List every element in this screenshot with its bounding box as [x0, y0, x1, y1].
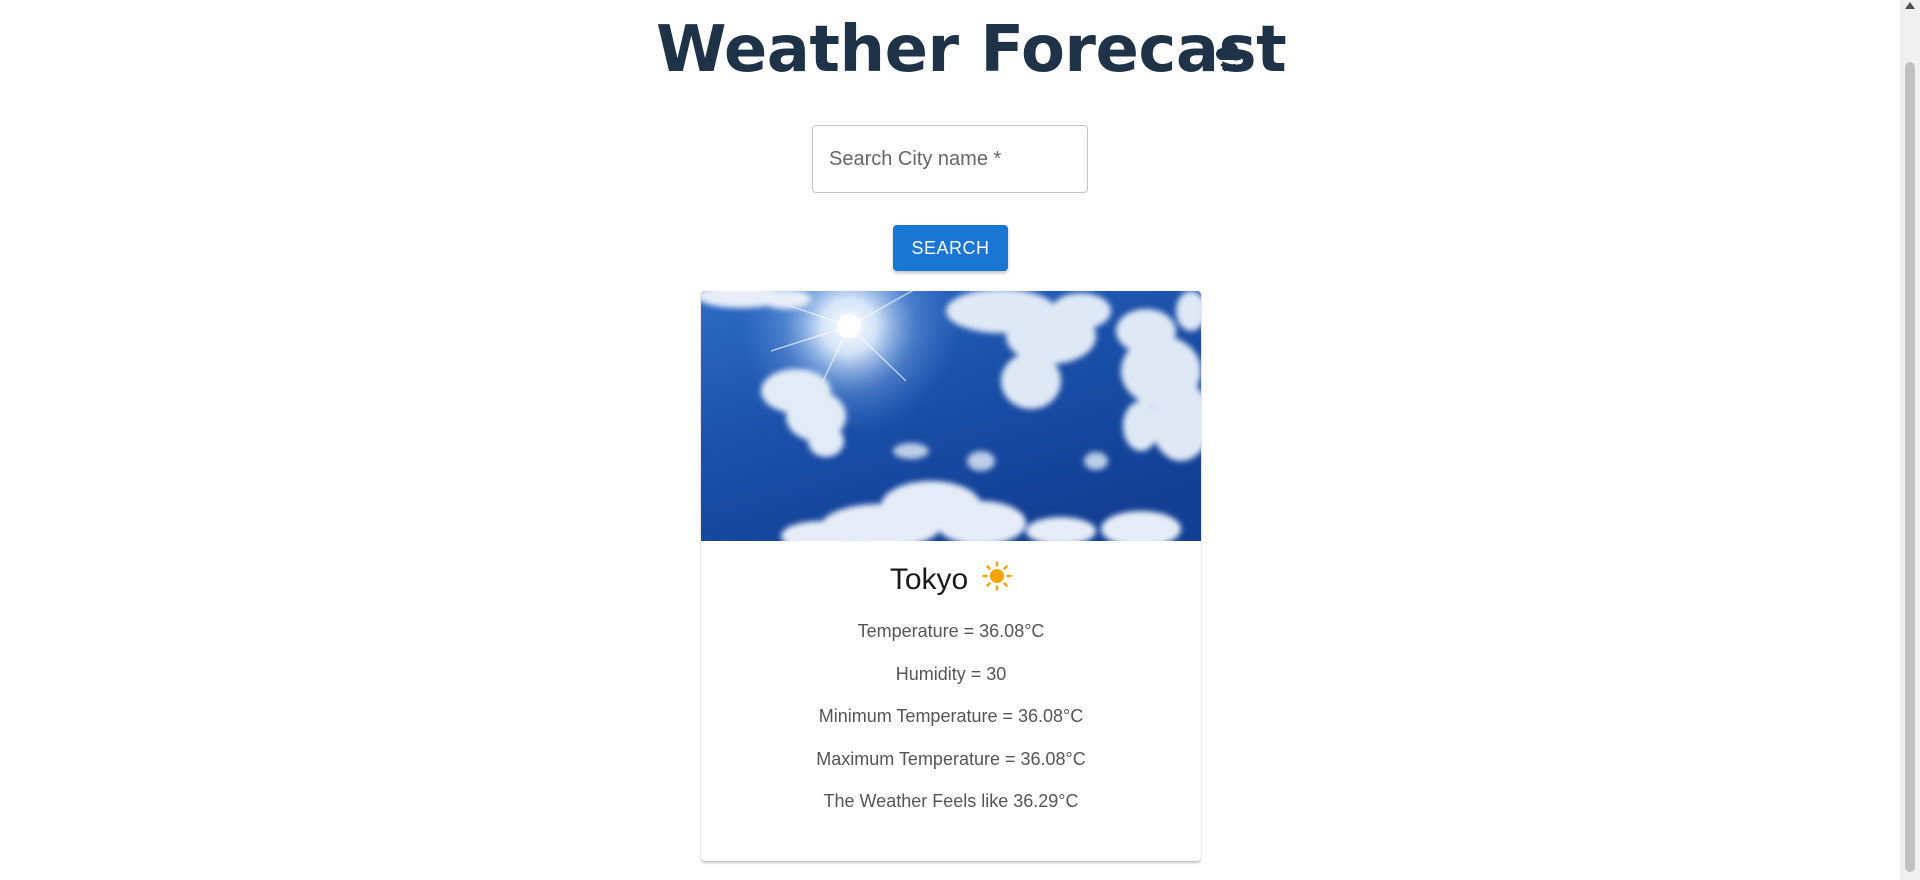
scroll-up-arrow-icon[interactable]	[1905, 2, 1915, 9]
feels-like-text: The Weather Feels like 36.29°C	[823, 791, 1079, 811]
sunny-sky-image	[701, 291, 1201, 551]
min-temperature-text: Minimum Temperature = 36.08°C	[818, 706, 1084, 726]
temperature-text: Temperature = 36.08°C	[857, 621, 1045, 641]
weather-card-content: Tokyo Temperature = 36.08°C Humidity = 3…	[701, 541, 1201, 861]
vertical-scrollbar[interactable]	[1900, 0, 1920, 880]
header: Weather Forecast	[0, 0, 1900, 100]
page-title: Weather Forecast	[656, 13, 1287, 87]
scrollbar-thumb[interactable]	[1905, 62, 1915, 872]
sun-icon	[982, 561, 1012, 591]
search-input[interactable]	[813, 126, 1087, 192]
cloud-snow-icon	[1214, 40, 1244, 74]
city-heading: Tokyo	[701, 561, 1201, 603]
humidity-text: Humidity = 30	[895, 664, 1007, 684]
city-name: Tokyo	[889, 563, 969, 596]
weather-app-page: Weather Forecast SEARCH	[0, 0, 1920, 880]
max-temperature-text: Maximum Temperature = 36.08°C	[816, 749, 1086, 769]
search-city-field[interactable]	[812, 125, 1088, 193]
weather-card: Tokyo Temperature = 36.08°C Humidity = 3…	[701, 291, 1201, 861]
search-button[interactable]: SEARCH	[893, 225, 1008, 271]
